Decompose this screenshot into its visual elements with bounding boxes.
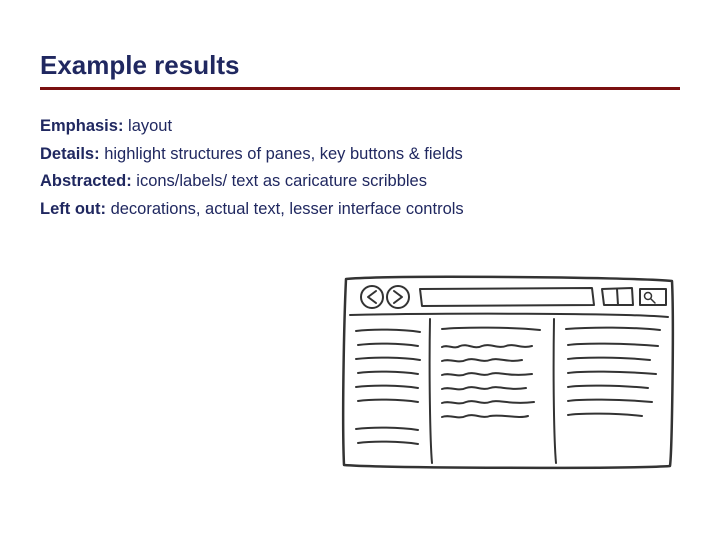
list-item: Emphasis: layout <box>40 114 680 140</box>
wireframe-sketch-icon <box>322 261 692 486</box>
list-item-text: highlight structures of panes, key butto… <box>100 145 463 163</box>
list-item-text: icons/labels/ text as caricature scribbl… <box>132 172 427 190</box>
list-item-text: layout <box>123 117 172 135</box>
list-item-label: Abstracted: <box>40 172 132 190</box>
list-item-text: decorations, actual text, lesser interfa… <box>106 200 464 218</box>
list-item: Details: highlight structures of panes, … <box>40 142 680 168</box>
title-underline <box>40 87 680 90</box>
list-item-label: Left out: <box>40 200 106 218</box>
list-item: Left out: decorations, actual text, less… <box>40 197 680 223</box>
list-item-label: Details: <box>40 145 100 163</box>
bullet-list: Emphasis: layout Details: highlight stru… <box>40 114 680 222</box>
slide-title: Example results <box>40 50 680 81</box>
list-item-label: Emphasis: <box>40 117 123 135</box>
list-item: Abstracted: icons/labels/ text as carica… <box>40 169 680 195</box>
